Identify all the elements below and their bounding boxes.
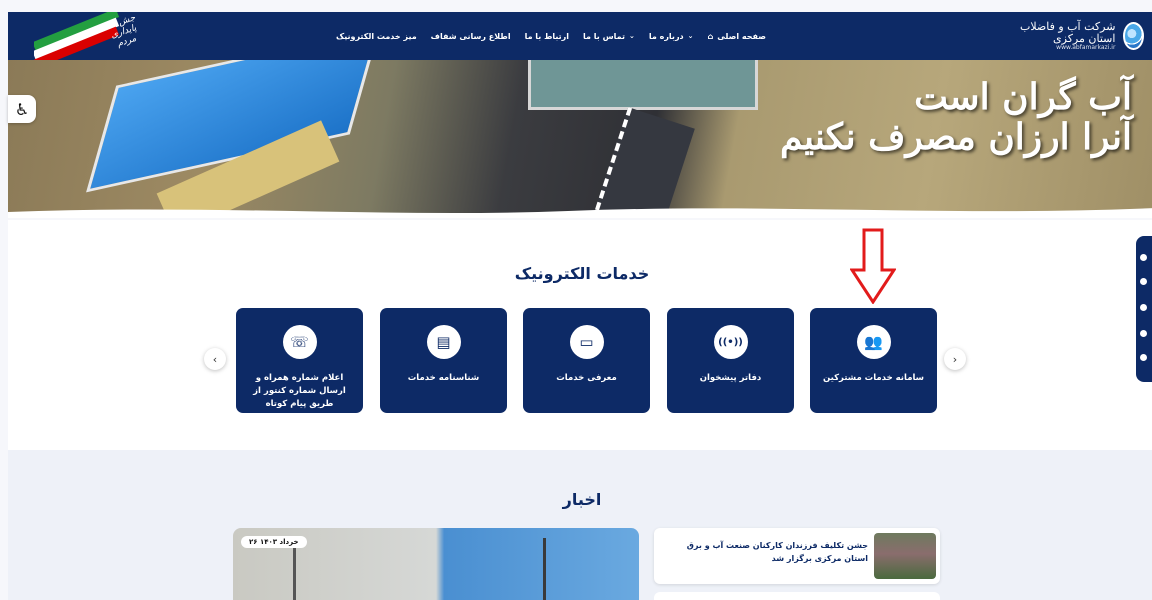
featured-news-image[interactable]: ۲۶ خرداد ۱۴۰۳ — [233, 528, 639, 600]
carousel-next-button[interactable]: › — [944, 348, 966, 370]
logo-url: www.abfamarkazi.ir — [1056, 43, 1116, 51]
service-card-customer-system[interactable]: 👥 سامانه خدمات مشترکین — [810, 308, 937, 413]
home-icon: ⌂ — [707, 31, 714, 41]
hero-slogan: آب گران است آنرا ارزان مصرف نکنیم — [780, 76, 1132, 158]
news-section: اخبار ۲۶ خرداد ۱۴۰۳ جشن تکلیف فرزندان کا… — [8, 450, 1152, 600]
social-links-panel — [1136, 236, 1152, 382]
news-thumbnail — [874, 533, 936, 579]
nav-transparency[interactable]: اطلاع رسانی شفاف — [431, 32, 511, 41]
news-date-badge: ۲۶ خرداد ۱۴۰۳ — [241, 536, 307, 548]
social-link-icon[interactable] — [1140, 278, 1147, 285]
social-link-icon[interactable] — [1140, 304, 1147, 311]
hero-banner: آب گران است آنرا ارزان مصرف نکنیم — [8, 60, 1152, 218]
news-item-title: جشن تکلیف فرزندان کارکنان صنعت آب و برق … — [686, 541, 868, 563]
logo-title: شرکت آب و فاضلاب استان مرکزی — [1020, 19, 1116, 45]
page: شرکت آب و فاضلاب استان مرکزی www.abfamar… — [0, 0, 1152, 600]
nav-about[interactable]: درباره ما ⌄ — [649, 32, 694, 41]
users-icon: 👥 — [856, 325, 891, 359]
news-list-item[interactable]: جشن تکلیف فرزندان کارکنان صنعت آب و برق … — [654, 528, 940, 584]
service-card-sms-meter[interactable]: ☏ اعلام شماره همراه و ارسال شماره کنتور … — [236, 308, 363, 413]
social-link-icon[interactable] — [1140, 254, 1147, 261]
red-down-arrow-annotation — [850, 228, 896, 304]
phone-icon: ☏ — [282, 325, 317, 359]
news-title: اخبار — [562, 490, 602, 509]
top-header: شرکت آب و فاضلاب استان مرکزی www.abfamar… — [8, 12, 1152, 60]
main-nav: ⌂ صفحه اصلی درباره ما ⌄ تماس با ما ⌄ ارت… — [336, 12, 766, 60]
water-drop-logo-icon — [1123, 22, 1144, 50]
service-card-service-intro[interactable]: ▭ معرفی خدمات — [523, 308, 650, 413]
chevron-down-icon: ⌄ — [628, 32, 635, 40]
accessibility-icon[interactable]: ♿ — [8, 95, 36, 123]
nav-contact[interactable]: تماس با ما ⌄ — [583, 32, 635, 41]
e-services-title: خدمات الکترونیک — [514, 264, 650, 283]
nav-home[interactable]: ⌂ صفحه اصلی — [708, 32, 766, 41]
document-icon: ▤ — [426, 325, 461, 359]
e-services-section: خدمات الکترونیک › 👥 سامانه خدمات مشترکین… — [8, 220, 1152, 450]
nav-e-service-desk[interactable]: میز خدمت الکترونیک — [336, 32, 417, 41]
service-card-service-id[interactable]: ▤ شناسنامه خدمات — [380, 308, 507, 413]
social-link-icon[interactable] — [1140, 330, 1147, 337]
iran-flag-emblem: جش تا ا پایداری مردم — [34, 12, 144, 60]
hero-wave-divider — [8, 208, 1152, 218]
site-logo[interactable]: شرکت آب و فاضلاب استان مرکزی www.abfamar… — [1004, 20, 1144, 52]
chevron-down-icon: ⌄ — [687, 32, 694, 40]
news-list-item[interactable] — [654, 592, 940, 600]
carousel-prev-button[interactable]: ‹ — [204, 348, 226, 370]
social-link-icon[interactable] — [1140, 354, 1147, 361]
service-card-counter-offices[interactable]: ((•)) دفاتر پیشخوان — [667, 308, 794, 413]
signal-icon: ((•)) — [713, 325, 748, 359]
presentation-icon: ▭ — [569, 325, 604, 359]
nav-connect[interactable]: ارتباط با ما — [525, 32, 569, 41]
